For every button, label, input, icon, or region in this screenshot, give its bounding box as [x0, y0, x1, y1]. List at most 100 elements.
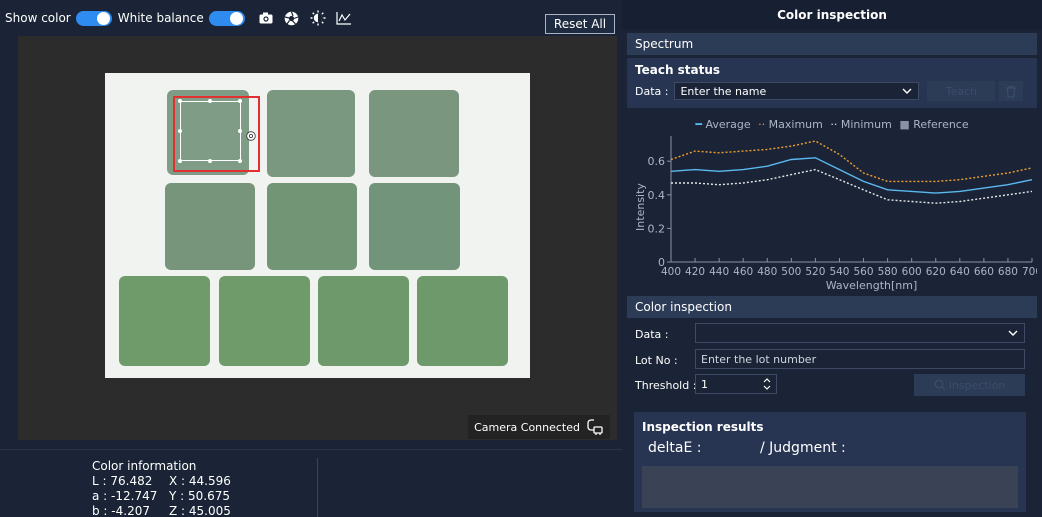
- delta-e-label: deltaE :: [648, 440, 702, 456]
- teach-data-label: Data :: [635, 84, 669, 98]
- x-tick-label: 700: [1022, 266, 1037, 278]
- lot-number-input[interactable]: Enter the lot number: [695, 349, 1025, 369]
- resize-handle[interactable]: [238, 99, 242, 103]
- y-tick-label: 0.2: [648, 222, 666, 235]
- x-tick-label: 620: [926, 266, 946, 278]
- inspection-data-dropdown[interactable]: [695, 323, 1025, 343]
- inspection-button-label: Inspection: [948, 378, 1006, 392]
- x-tick-label: 500: [781, 266, 801, 278]
- color-patch[interactable]: [417, 276, 508, 366]
- color-info-box: Color information L : 76.482 X : 44.596 …: [92, 459, 231, 517]
- camera-status: Camera Connected: [468, 415, 610, 439]
- stepper-arrows-icon[interactable]: [762, 376, 772, 395]
- inspection-button[interactable]: Inspection: [914, 374, 1025, 396]
- sample-board: [105, 73, 530, 378]
- color-info-title: Color information: [92, 459, 197, 473]
- chevron-down-icon: [1008, 326, 1018, 343]
- x-tick-label: 420: [685, 266, 705, 278]
- aperture-icon[interactable]: [283, 9, 301, 27]
- y-tick-label: 0.6: [648, 155, 666, 168]
- teach-name-placeholder: Enter the name: [680, 84, 767, 98]
- info-divider: [317, 458, 318, 517]
- value-L: L : 76.482: [92, 474, 153, 488]
- x-tick-label: 580: [878, 266, 898, 278]
- spectrum-chart: ━ Average ·· Maximum ·· Minimum ■ Refere…: [627, 110, 1037, 295]
- white-balance-toggle[interactable]: [208, 10, 245, 26]
- threshold-value: 1: [701, 377, 708, 391]
- y-tick-label: 0.4: [648, 189, 666, 202]
- camera-status-label: Camera Connected: [474, 420, 580, 434]
- x-tick-label: 660: [974, 266, 994, 278]
- value-X: X : 44.596: [169, 474, 231, 488]
- results-body: [642, 466, 1018, 508]
- judgment-label: / Judgment :: [760, 440, 846, 456]
- resize-handle[interactable]: [208, 159, 212, 163]
- value-a: a : -12.747: [92, 489, 158, 503]
- value-Z: Z : 45.005: [169, 504, 231, 517]
- lot-no-label: Lot No :: [635, 354, 678, 367]
- resize-handle[interactable]: [178, 159, 182, 163]
- teach-status-section: Teach status Data : Enter the name Teach: [627, 58, 1037, 108]
- graph-icon[interactable]: [335, 9, 353, 27]
- x-tick-label: 440: [709, 266, 729, 278]
- inspection-results: Inspection results deltaE : / Judgment :: [634, 412, 1026, 512]
- toolbar: Show color White balance Reset All: [0, 0, 622, 36]
- x-tick-label: 460: [733, 266, 753, 278]
- x-tick-label: 560: [854, 266, 874, 278]
- color-inspection-header: Color inspection: [627, 296, 1037, 318]
- x-tick-label: 400: [661, 266, 681, 278]
- x-tick-label: 680: [998, 266, 1018, 278]
- color-patch[interactable]: [165, 183, 255, 270]
- color-info-panel: Color information L : 76.482 X : 44.596 …: [0, 449, 622, 517]
- chevron-down-icon: [902, 84, 912, 101]
- color-patch[interactable]: [318, 276, 409, 366]
- teach-button[interactable]: Teach: [927, 81, 996, 101]
- x-tick-label: 480: [757, 266, 777, 278]
- spectrum-plot: 00.20.40.6400 420 440 460 480 500 520 540 560 580…: [634, 136, 1037, 292]
- inspection-panel: Color inspection Spectrum Teach status D…: [622, 0, 1042, 517]
- white-balance-label: White balance: [117, 11, 204, 25]
- series-line-minimum: [671, 168, 1033, 204]
- delete-button[interactable]: [999, 81, 1024, 101]
- color-patch[interactable]: [267, 183, 357, 270]
- x-tick-label: 640: [950, 266, 970, 278]
- brightness-icon[interactable]: [309, 9, 327, 27]
- value-b: b : -4.207: [92, 504, 150, 517]
- color-patch[interactable]: [219, 276, 310, 366]
- search-icon: [934, 379, 946, 391]
- app-window: Show color White balance Reset All Camer…: [0, 0, 1042, 517]
- resize-handle[interactable]: [178, 99, 182, 103]
- x-tick-label: 540: [829, 266, 849, 278]
- image-panel: Show color White balance Reset All Camer…: [0, 0, 622, 517]
- results-title: Inspection results: [642, 420, 764, 434]
- trash-icon: [1006, 85, 1017, 98]
- color-patch[interactable]: [119, 276, 210, 366]
- show-color-label: Show color: [5, 11, 71, 25]
- measure-region[interactable]: [180, 101, 241, 161]
- color-patch[interactable]: [267, 90, 355, 177]
- value-Y: Y : 50.675: [169, 489, 230, 503]
- y-axis-label: Intensity: [634, 183, 647, 231]
- teach-status-title: Teach status: [635, 63, 721, 77]
- threshold-label: Threshold :: [635, 379, 697, 392]
- panel-title: Color inspection: [622, 0, 1042, 29]
- camera-view[interactable]: Camera Connected: [18, 36, 617, 440]
- tab-spectrum[interactable]: Spectrum: [627, 33, 1037, 55]
- resize-handle[interactable]: [238, 159, 242, 163]
- resize-handle[interactable]: [238, 129, 242, 133]
- color-patch[interactable]: [369, 90, 459, 177]
- resize-handle[interactable]: [178, 129, 182, 133]
- resize-handle[interactable]: [208, 99, 212, 103]
- teach-name-dropdown[interactable]: Enter the name: [674, 82, 920, 101]
- camera-connected-icon: [586, 418, 604, 436]
- x-tick-label: 520: [805, 266, 825, 278]
- color-patch[interactable]: [369, 183, 460, 270]
- show-color-toggle[interactable]: [75, 10, 112, 26]
- x-tick-label: 600: [902, 266, 922, 278]
- x-axis-label: Wavelength[nm]: [826, 279, 918, 292]
- threshold-stepper[interactable]: 1: [695, 374, 777, 394]
- inspection-data-label: Data :: [635, 328, 669, 341]
- camera-icon[interactable]: [257, 9, 275, 27]
- rotate-icon[interactable]: [246, 126, 256, 141]
- reset-all-button[interactable]: Reset All: [545, 14, 615, 34]
